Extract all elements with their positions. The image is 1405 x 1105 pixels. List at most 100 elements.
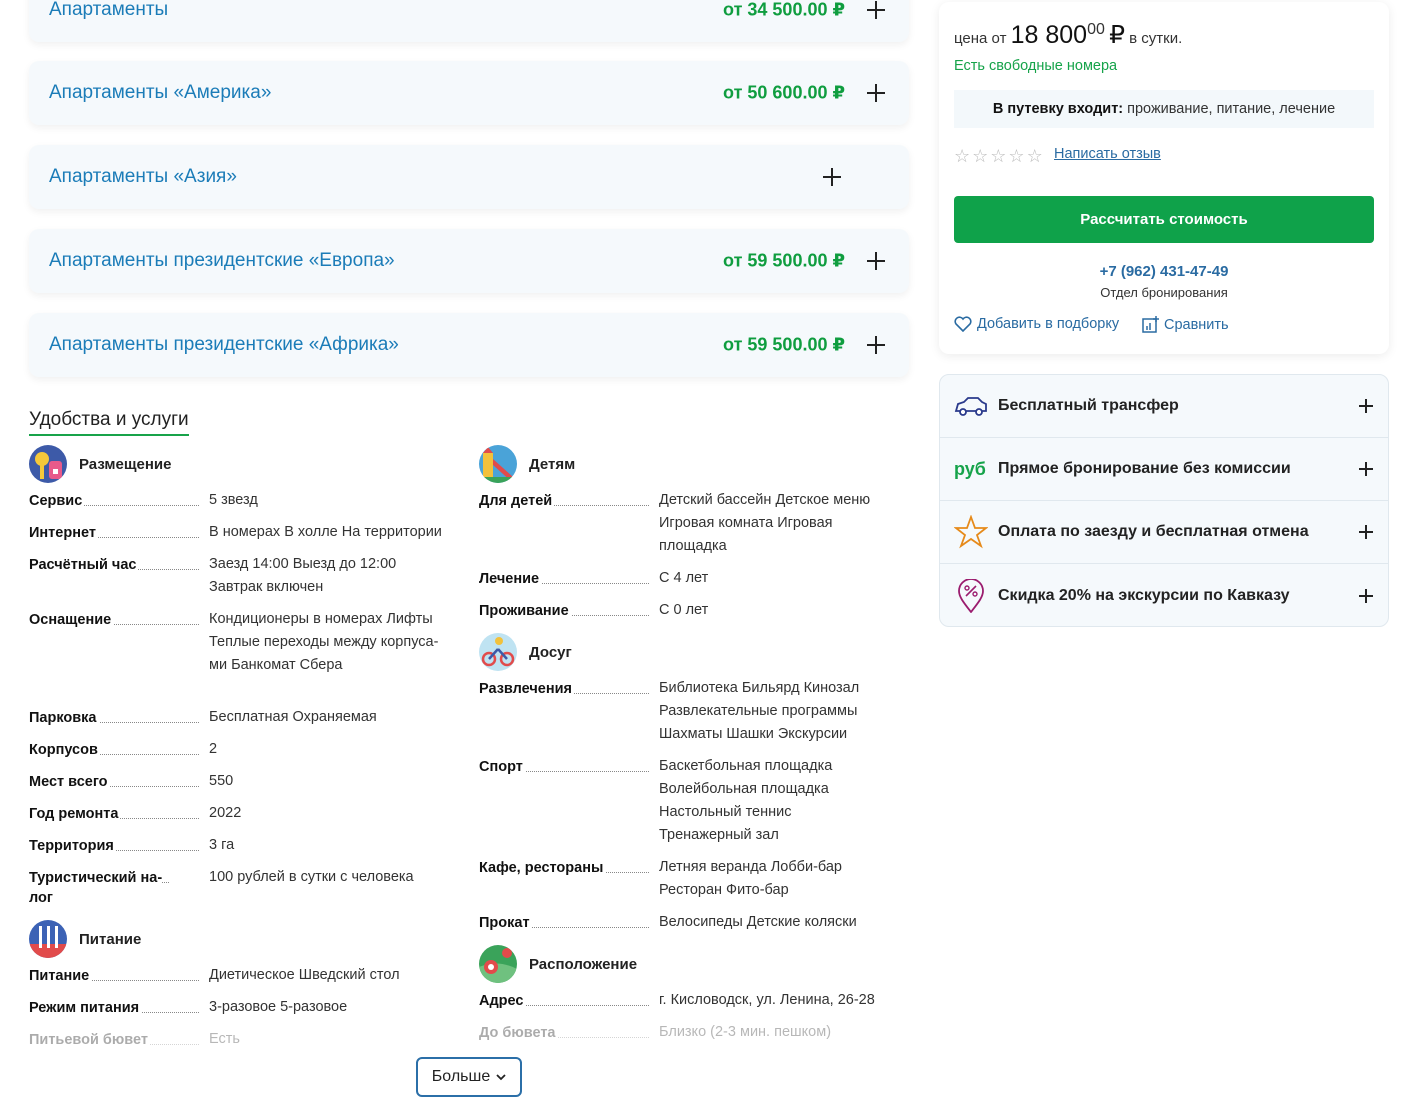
star-icon[interactable]: ☆: [990, 146, 1006, 167]
price-card: цена от 18 80000 ₽ в сутки. Есть свободн…: [939, 2, 1389, 354]
perk-item[interactable]: Скидка 20% на экскурсии по Кавказу: [940, 564, 1388, 626]
expand-plus-icon[interactable]: [867, 252, 885, 270]
amenity-row: Оснащение Кондиционеры в номерах Лифты Т…: [29, 610, 449, 677]
rating-stars[interactable]: ☆ ☆ ☆ ☆ ☆: [954, 146, 1043, 167]
car-icon: [954, 397, 987, 416]
room-card[interactable]: Апартаменты президентские «Африка» от 59…: [29, 313, 909, 377]
amenity-row: Мест всего 550: [29, 772, 449, 793]
category-label: Детям: [529, 455, 576, 473]
price-prefix: цена от: [954, 30, 1007, 47]
row-value: Есть: [209, 1031, 240, 1046]
perk-label: Оплата по заезду и бесплатная отмена: [998, 523, 1309, 540]
room-name[interactable]: Апартаменты: [49, 0, 168, 21]
row-label: Развлечения: [479, 681, 574, 697]
write-review-link[interactable]: Написать отзыв: [1054, 146, 1161, 162]
row-label: Парковка: [29, 710, 99, 726]
perk-label: Бесплатный трансфер: [998, 397, 1179, 414]
perk-item[interactable]: Оплата по заезду и бесплатная отмена: [940, 501, 1388, 564]
category-food: Питание: [29, 920, 141, 958]
row-value: 100 рублей в сутки с человека: [209, 869, 414, 885]
food-icon: [29, 920, 67, 958]
expand-plus-icon[interactable]: [867, 1, 885, 19]
category-kids: Детям: [479, 445, 575, 483]
row-value: 3 га: [209, 837, 235, 853]
calculate-cost-button[interactable]: Рассчитать стоимость: [954, 196, 1374, 243]
perk-label: Скидка 20% на экскурсии по Кавказу: [998, 586, 1290, 604]
booking-phone[interactable]: +7 (962) 431-47-49: [939, 263, 1389, 280]
amenity-row: Туристический на-лог 100 рублей в сутки …: [29, 868, 449, 908]
compare-button[interactable]: Сравнить: [1142, 316, 1229, 333]
availability-status: Есть свободные номера: [954, 58, 1118, 74]
row-value: В номерах В холле На территории: [209, 524, 442, 540]
compare-icon: [1142, 316, 1159, 333]
chevron-down-icon: [496, 1074, 506, 1081]
kids-icon: [479, 445, 517, 483]
expand-plus-icon[interactable]: [823, 168, 841, 186]
room-card[interactable]: Апартаменты «Азия»: [29, 145, 909, 209]
add-to-favorites-label: Добавить в подборку: [977, 316, 1120, 332]
perk-label: Прямое бронирование без комиссии: [998, 460, 1291, 477]
room-name[interactable]: Апартаменты «Азия»: [49, 166, 237, 188]
room-name[interactable]: Апартаменты «Америка»: [49, 82, 271, 104]
room-name[interactable]: Апартаменты президентские «Африка»: [49, 334, 399, 356]
row-value: г. Кисловодск, ул. Ленина, 26-28: [659, 992, 875, 1008]
amenity-row: Сервис 5 звезд: [29, 491, 449, 512]
perk-item[interactable]: Бесплатный трансфер: [940, 375, 1388, 438]
more-button[interactable]: Больше: [416, 1057, 522, 1097]
star-icon[interactable]: ☆: [1027, 146, 1043, 167]
amenity-row: Корпусов 2: [29, 740, 449, 761]
row-label: До бювета: [479, 1025, 558, 1041]
amenity-row: Питьевой бювет Есть: [29, 1030, 449, 1046]
amenity-row: Спорт Баскетбольная площадка Волейбольна…: [479, 757, 849, 847]
category-location: Расположение: [479, 945, 637, 983]
bicycle-icon: [479, 633, 517, 671]
row-label: Прокат: [479, 915, 532, 931]
more-button-label: Больше: [431, 1068, 491, 1085]
price-value: 18 800: [1010, 21, 1088, 49]
room-card[interactable]: Апартаменты от 34 500.00 ₽: [29, 0, 909, 42]
room-price: от 50 600.00 ₽: [723, 82, 845, 103]
amenity-row: Прокат Велосипеды Детские коляски: [479, 913, 899, 934]
expand-plus-icon[interactable]: [1359, 588, 1373, 603]
category-placement: Размещение: [29, 445, 171, 483]
row-value: Детский бассейн Детское меню Игровая ком…: [659, 492, 871, 554]
price-line: цена от 18 80000 ₽ в сутки.: [954, 20, 1182, 50]
amenity-row: Проживание С 0 лет: [479, 601, 899, 622]
amenities-title: Удобства и услуги: [29, 409, 189, 436]
star-icon: [954, 515, 988, 549]
row-label: Расчётный час: [29, 557, 139, 573]
row-value: Летняя веранда Лобби-бар Ресторан Фито-б…: [659, 859, 842, 898]
expand-plus-icon[interactable]: [867, 84, 885, 102]
compare-label: Сравнить: [1164, 316, 1229, 333]
room-card[interactable]: Апартаменты «Америка» от 50 600.00 ₽: [29, 61, 909, 125]
row-value: Диетическое Шведский стол: [209, 967, 400, 983]
star-icon[interactable]: ☆: [1008, 146, 1024, 167]
row-value: 2: [209, 741, 218, 757]
expand-plus-icon[interactable]: [1359, 525, 1373, 539]
amenity-row: Развлечения Библиотека Бильярд Кинозал Р…: [479, 679, 879, 746]
row-label: Адрес: [479, 993, 526, 1009]
star-icon[interactable]: ☆: [972, 146, 988, 167]
perk-item[interactable]: руб Прямое бронирование без комиссии: [940, 438, 1388, 501]
expand-plus-icon[interactable]: [1359, 399, 1373, 413]
perks-list: Бесплатный трансфер руб Прямое бронирова…: [939, 374, 1389, 627]
category-label: Размещение: [79, 455, 172, 473]
amenity-row: До бювета Близко (2-3 мин. пешком): [479, 1023, 899, 1044]
room-card[interactable]: Апартаменты президентские «Европа» от 59…: [29, 229, 909, 293]
row-value: Велосипеды Детские коляски: [659, 914, 857, 930]
price-suffix: в сутки.: [1129, 30, 1183, 47]
row-label: Корпусов: [29, 742, 100, 758]
discount-pin-icon: [958, 578, 984, 613]
row-value: Кондиционеры в номерах Лифты Теплые пере…: [209, 611, 439, 673]
star-icon[interactable]: ☆: [954, 146, 970, 167]
map-pin-icon: [479, 945, 517, 983]
row-value: 550: [209, 773, 234, 789]
row-value: Заезд 14:00 Выезд до 12:00 Завтрак включ…: [209, 556, 397, 595]
expand-plus-icon[interactable]: [867, 336, 885, 354]
room-name[interactable]: Апартаменты президентские «Европа»: [49, 250, 395, 272]
amenity-row: Адрес г. Кисловодск, ул. Ленина, 26-28: [479, 991, 899, 1012]
add-to-favorites-button[interactable]: Добавить в подборку: [954, 316, 1119, 332]
row-value: 5 звезд: [209, 492, 258, 508]
expand-plus-icon[interactable]: [1359, 462, 1373, 476]
row-value: С 4 лет: [659, 570, 709, 586]
